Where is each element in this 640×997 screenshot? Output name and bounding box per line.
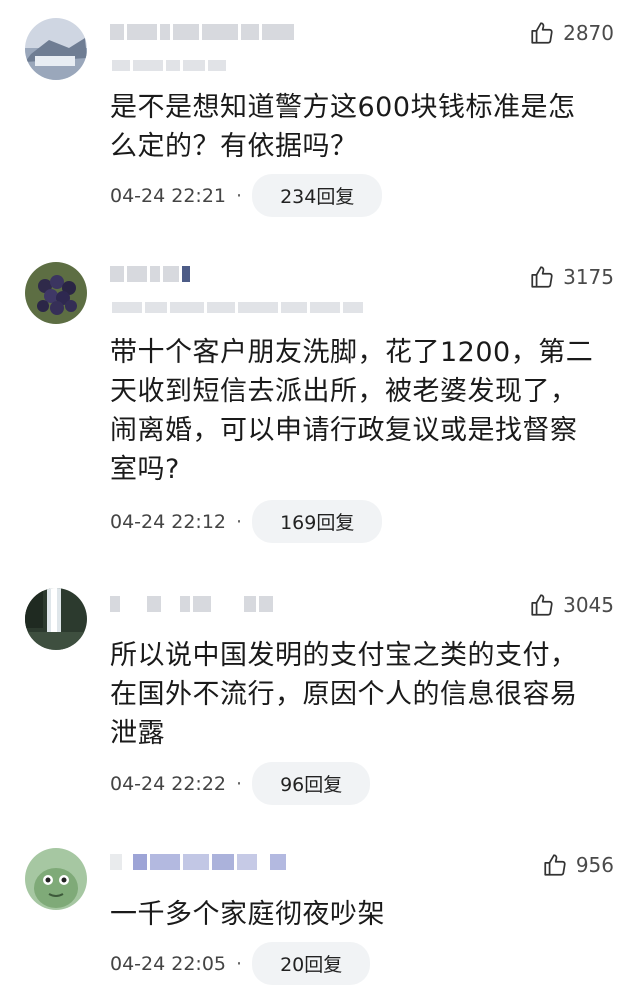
user-name-blurred[interactable] — [110, 24, 297, 40]
comment-text: 一千多个家庭彻夜吵架 — [110, 895, 610, 934]
separator-dot: · — [236, 184, 243, 207]
thumbs-up-icon — [529, 20, 555, 46]
like-button[interactable]: 3175 — [529, 264, 614, 290]
comment-time: 04-24 22:05 — [110, 952, 227, 975]
comment-text: 所以说中国发明的支付宝之类的支付， 在国外不流行，原因个人的信息很容易 泄露 — [110, 636, 610, 753]
comment-text-line: 天收到短信去派出所，被老婆发现了， — [110, 376, 578, 407]
comment-text-line: 么定的？有依据吗？ — [110, 131, 358, 162]
reply-button[interactable]: 96回复 — [252, 762, 371, 805]
comment-text-line: 带十个客户朋友洗脚，花了1200，第二 — [110, 337, 594, 368]
like-button[interactable]: 2870 — [529, 20, 614, 46]
comment-text-line: 室吗? — [110, 454, 180, 485]
like-button[interactable]: 3045 — [529, 592, 614, 618]
comment-text-line: 泄露 — [110, 718, 165, 749]
separator-dot: · — [236, 772, 243, 795]
reply-button[interactable]: 169回复 — [252, 500, 383, 543]
thumbs-up-icon — [529, 592, 555, 618]
comment-text: 带十个客户朋友洗脚，花了1200，第二 天收到短信去派出所，被老婆发现了， 闹离… — [110, 333, 610, 489]
like-count: 3045 — [563, 593, 614, 617]
user-name-blurred[interactable] — [110, 854, 289, 870]
comment-text-line: 在国外不流行，原因个人的信息很容易 — [110, 679, 578, 710]
user-avatar[interactable] — [25, 262, 87, 324]
like-count: 3175 — [563, 265, 614, 289]
thumbs-up-icon — [542, 852, 568, 878]
comment-text-line: 一千多个家庭彻夜吵架 — [110, 899, 385, 930]
comment-time: 04-24 22:21 — [110, 184, 227, 207]
comment-meta: 04-24 22:05 · 20回复 — [110, 942, 371, 985]
user-name-blurred[interactable] — [110, 596, 276, 612]
comment-text: 是不是想知道警方这600块钱标准是怎 么定的？有依据吗？ — [110, 88, 610, 166]
comment-text-line: 闹离婚，可以申请行政复议或是找督察 — [110, 415, 578, 446]
user-avatar[interactable] — [25, 18, 87, 80]
reply-button[interactable]: 20回复 — [252, 942, 371, 985]
user-location-blurred — [112, 302, 366, 313]
separator-dot: · — [236, 510, 243, 533]
like-count: 956 — [575, 853, 614, 877]
user-avatar[interactable] — [25, 588, 87, 650]
reply-button[interactable]: 234回复 — [252, 174, 383, 217]
thumbs-up-icon — [529, 264, 555, 290]
comment-meta: 04-24 22:12 · 169回复 — [110, 500, 383, 543]
comment-time: 04-24 22:22 — [110, 772, 227, 795]
like-count: 2870 — [563, 21, 614, 45]
user-location-blurred — [112, 60, 229, 71]
comment-time: 04-24 22:12 — [110, 510, 227, 533]
comment-meta: 04-24 22:21 · 234回复 — [110, 174, 383, 217]
user-avatar[interactable] — [25, 848, 87, 910]
comment-meta: 04-24 22:22 · 96回复 — [110, 762, 371, 805]
comment-text-line: 所以说中国发明的支付宝之类的支付， — [110, 640, 578, 671]
user-name-blurred[interactable] — [110, 266, 193, 282]
separator-dot: · — [236, 952, 243, 975]
comment-text-line: 是不是想知道警方这600块钱标准是怎 — [110, 92, 576, 123]
like-button[interactable]: 956 — [542, 852, 614, 878]
